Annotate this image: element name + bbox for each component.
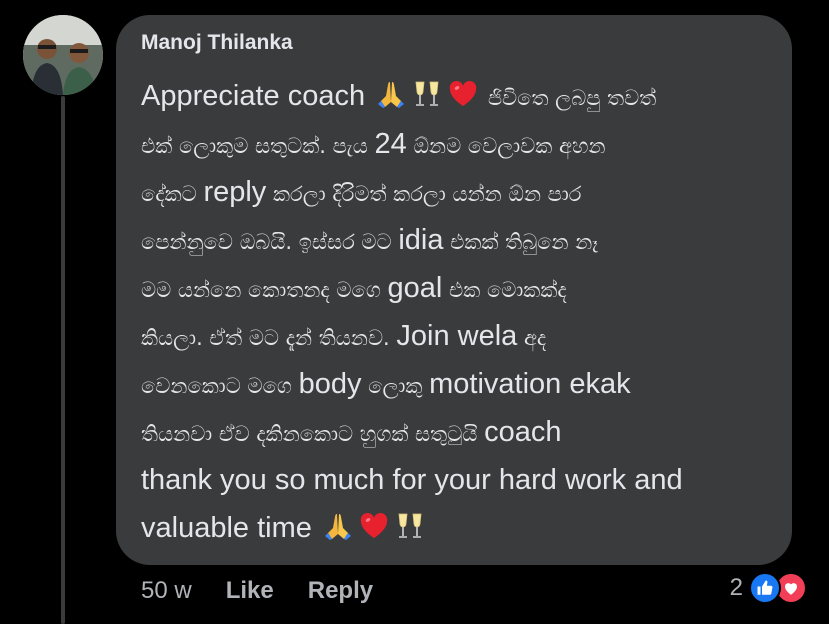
comment-text: තියනවා ඒව දකිනකොට හුගක් සතුටුයි xyxy=(141,422,485,446)
folded-hands-icon xyxy=(322,510,354,542)
reaction-count: 2 xyxy=(729,574,743,601)
comment-text: එක් ලොකුම සතුටක්. පැය xyxy=(141,134,375,158)
comment-line: පෙන්නුවෙ ඔබයි. ඉස්සර මට idia එකක් තිබුනෙ… xyxy=(141,216,781,264)
comment-actions: 50 w Like Reply xyxy=(141,572,407,610)
comment-line: thank you so much for your hard work and xyxy=(141,456,781,504)
red-heart-icon xyxy=(358,510,390,542)
comment-text: දේකට xyxy=(141,182,204,206)
comment-text: කරලා දිරිමත් කරලා යන්න ඕන පාර xyxy=(266,182,582,206)
comment-line: කියලා. ඒත් මට දැන් තියනව. Join wela අද xyxy=(141,312,781,360)
comment-text: ලොකු xyxy=(361,374,430,398)
comment-line: තියනවා ඒව දකිනකොට හුගක් සතුටුයි coach xyxy=(141,408,781,456)
comment-text: පෙන්නුවෙ ඔබයි. ඉස්සර මට xyxy=(141,230,399,254)
comment-text: body xyxy=(298,368,362,400)
like-button[interactable]: Like xyxy=(226,577,274,605)
comment-line: valuable time xyxy=(141,504,781,552)
reply-button[interactable]: Reply xyxy=(308,577,373,605)
folded-hands-icon xyxy=(375,78,407,110)
comment-text: idia xyxy=(398,224,444,256)
comment-text: coach xyxy=(484,416,562,448)
like-reaction-icon xyxy=(749,572,781,604)
comment-text: එකක් තිබුනෙ නෑ xyxy=(443,230,599,254)
comment-author[interactable]: Manoj Thilanka xyxy=(141,31,293,55)
comment-line: දේකට reply කරලා දිරිමත් කරලා යන්න ඕන පාර xyxy=(141,168,781,216)
comment-timestamp[interactable]: 50 w xyxy=(141,577,192,605)
comment-text: 24 xyxy=(374,128,407,160)
champagne-glasses-icon xyxy=(411,78,443,110)
thread-line xyxy=(61,96,65,624)
comment-text: ජිවිතෙ ලබපු තවත් xyxy=(481,86,657,110)
comment-text: Appreciate coach xyxy=(141,80,374,112)
comment-line: වෙනකොට මගෙ body ලොකු motivation ekak xyxy=(141,360,781,408)
comment-text: මම යන්නෙ කොතනද මගෙ xyxy=(141,278,388,302)
reaction-summary[interactable]: 2 xyxy=(730,570,807,606)
red-heart-icon xyxy=(447,78,479,110)
comment-text: Join wela xyxy=(396,320,518,352)
comment-text: ඕනම වෙලාවක අහන xyxy=(406,134,606,158)
profile-photo xyxy=(23,15,103,95)
comment-text: reply xyxy=(203,176,267,208)
comment-text: එක මොකක්ද xyxy=(442,278,567,302)
comment-text: motivation ekak xyxy=(429,368,631,400)
avatar[interactable] xyxy=(23,15,103,95)
comment-line: එක් ලොකුම සතුටක්. පැය 24 ඕනම වෙලාවක අහන xyxy=(141,120,781,168)
comment-line: මම යන්නෙ කොතනද මගෙ goal එක මොකක්ද xyxy=(141,264,781,312)
comment-body: Appreciate coach ජිවිතෙ ලබපු තවත් එක් ලොක… xyxy=(141,72,781,552)
comment-text: thank you so much for your hard work and xyxy=(141,464,683,496)
comment-text: අද xyxy=(517,326,547,350)
comment-text: වෙනකොට මගෙ xyxy=(141,374,299,398)
comment-line: Appreciate coach ජිවිතෙ ලබපු තවත් xyxy=(141,72,781,120)
comment-text: valuable time xyxy=(141,512,320,544)
comment-text: කියලා. ඒත් මට දැන් තියනව. xyxy=(141,326,397,350)
champagne-glasses-icon xyxy=(394,510,426,542)
comment-text: goal xyxy=(387,272,443,304)
